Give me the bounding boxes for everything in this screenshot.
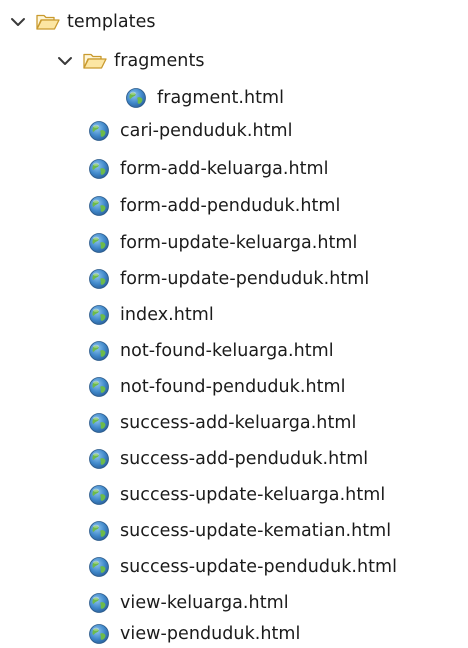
tree-file-item[interactable]: form-add-penduduk.html <box>88 192 340 220</box>
open-folder-icon <box>35 12 61 32</box>
tree-file-label: success-update-penduduk.html <box>120 557 398 577</box>
globe-icon <box>88 232 110 254</box>
tree-file-item[interactable]: success-update-keluarga.html <box>88 481 385 509</box>
globe-icon <box>88 556 110 578</box>
tree-file-label: form-add-keluarga.html <box>120 159 329 179</box>
globe-icon <box>88 376 110 398</box>
globe-icon <box>88 195 110 217</box>
tree-node-label: templates <box>67 12 156 32</box>
globe-icon <box>88 412 110 434</box>
tree-file-label: cari-penduduk.html <box>120 121 293 141</box>
tree-file-item[interactable]: not-found-keluarga.html <box>88 337 334 365</box>
tree-file-label: success-update-keluarga.html <box>120 485 386 505</box>
tree-file-item[interactable]: form-update-penduduk.html <box>88 265 369 293</box>
globe-icon <box>88 623 110 645</box>
globe-icon <box>88 520 110 542</box>
tree-file-label: not-found-keluarga.html <box>120 341 334 361</box>
tree-file-label: view-keluarga.html <box>120 593 289 613</box>
globe-icon <box>88 448 110 470</box>
tree-file-item[interactable]: form-add-keluarga.html <box>88 155 329 183</box>
tree-file-item[interactable]: cari-penduduk.html <box>88 117 293 145</box>
tree-file-label: view-penduduk.html <box>120 624 301 644</box>
globe-icon <box>88 484 110 506</box>
tree-file-label: success-add-penduduk.html <box>120 449 369 469</box>
tree-file-item[interactable]: not-found-penduduk.html <box>88 373 346 401</box>
globe-icon <box>88 304 110 326</box>
tree-file-item[interactable]: view-penduduk.html <box>88 620 300 648</box>
tree-node-label: fragments <box>114 51 205 71</box>
tree-file-item[interactable]: form-update-keluarga.html <box>88 229 357 257</box>
open-folder-icon <box>82 51 108 71</box>
tree-node-fragments[interactable]: fragments <box>55 47 205 75</box>
tree-file-item[interactable]: fragment.html <box>125 84 284 112</box>
tree-file-label: success-add-keluarga.html <box>120 413 357 433</box>
tree-file-label: success-update-kematian.html <box>120 521 392 541</box>
chevron-down-icon[interactable] <box>55 51 75 71</box>
tree-file-label: index.html <box>120 305 214 325</box>
tree-file-label: form-update-keluarga.html <box>120 233 358 253</box>
tree-file-item[interactable]: success-update-penduduk.html <box>88 553 397 581</box>
tree-file-item[interactable]: view-keluarga.html <box>88 589 289 617</box>
tree-node-templates[interactable]: templates <box>8 8 156 36</box>
globe-icon <box>125 87 147 109</box>
globe-icon <box>88 340 110 362</box>
tree-file-item[interactable]: index.html <box>88 301 214 329</box>
tree-file-item[interactable]: success-add-penduduk.html <box>88 445 368 473</box>
globe-icon <box>88 120 110 142</box>
tree-file-label: fragment.html <box>157 88 285 108</box>
tree-file-item[interactable]: success-update-kematian.html <box>88 517 391 545</box>
globe-icon <box>88 268 110 290</box>
globe-icon <box>88 158 110 180</box>
globe-icon <box>88 592 110 614</box>
tree-file-item[interactable]: success-add-keluarga.html <box>88 409 356 437</box>
tree-file-label: form-add-penduduk.html <box>120 196 341 216</box>
tree-file-label: form-update-penduduk.html <box>120 269 370 289</box>
tree-file-label: not-found-penduduk.html <box>120 377 346 397</box>
project-tree: templates fragments fragment.html cari-p… <box>0 0 468 648</box>
chevron-down-icon[interactable] <box>8 12 28 32</box>
